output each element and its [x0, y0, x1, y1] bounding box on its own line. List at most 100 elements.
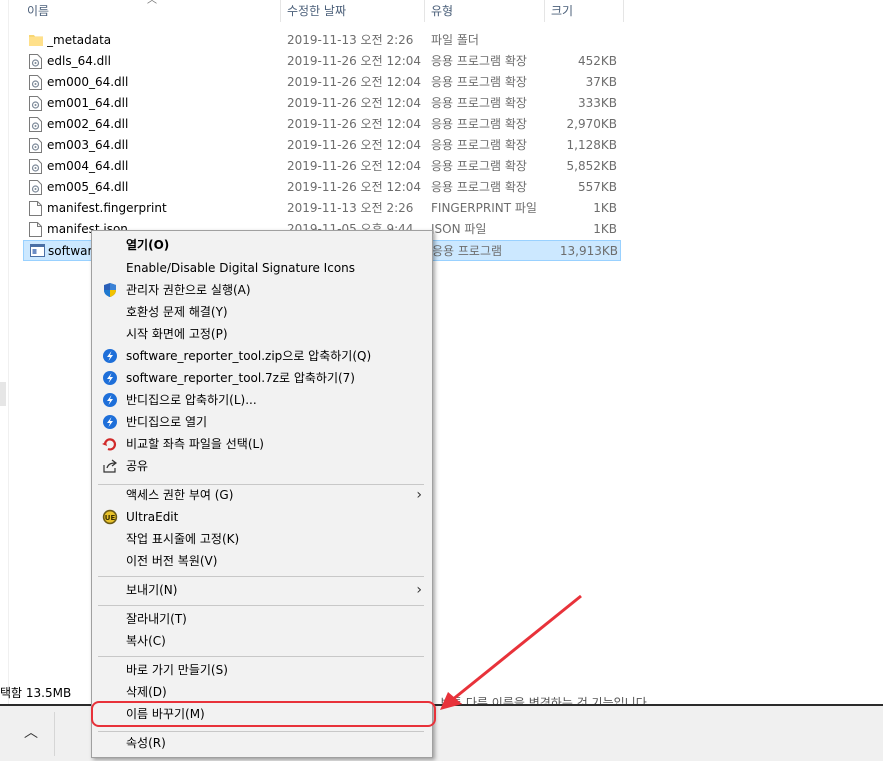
- context-menu-item-label: 보내기(N): [126, 583, 178, 597]
- context-menu-item[interactable]: software_reporter_tool.zip으로 압축하기(Q): [92, 345, 432, 367]
- file-row[interactable]: em001_64.dll 2019-11-26 오전 12:04 응용 프로그램 확…: [23, 93, 621, 114]
- blank-file-icon: [29, 222, 42, 237]
- column-header-date[interactable]: 수정한 날짜: [287, 0, 346, 22]
- context-menu-item-label: 잘라내기(T): [126, 612, 187, 626]
- sort-up-icon: ︿: [147, 0, 157, 6]
- chevron-right-icon: ›: [416, 582, 422, 598]
- file-name: em004_64.dll: [47, 159, 129, 173]
- compare-icon: [102, 436, 118, 452]
- context-menu-item-label: 속성(R): [126, 736, 166, 750]
- file-name: em003_64.dll: [47, 138, 129, 152]
- column-header-size[interactable]: 크기: [551, 0, 573, 22]
- dll-file-icon: [29, 117, 42, 132]
- folder-icon: [29, 33, 43, 48]
- share-icon: [102, 458, 118, 474]
- column-header-name[interactable]: 이름: [27, 0, 49, 22]
- file-row[interactable]: em000_64.dll 2019-11-26 오전 12:04 응용 프로그램 확…: [23, 72, 621, 93]
- file-modified-date: 2019-11-26 오전 12:04: [287, 75, 422, 89]
- file-modified-date: 2019-11-26 오전 12:04: [287, 138, 422, 152]
- file-modified-date: 2019-11-13 오전 2:26: [287, 201, 414, 215]
- context-menu-item[interactable]: 호환성 문제 해결(Y): [92, 301, 432, 323]
- rename-highlight-box: [91, 701, 436, 727]
- chevron-up-icon[interactable]: ︿: [20, 722, 42, 744]
- context-menu-item[interactable]: 이전 버전 복원(V): [92, 550, 432, 572]
- file-row[interactable]: edls_64.dll 2019-11-26 오전 12:04 응용 프로그램 확장…: [23, 51, 621, 72]
- column-separator[interactable]: [544, 0, 545, 22]
- column-separator[interactable]: [424, 0, 425, 22]
- context-menu-item[interactable]: 시작 화면에 고정(P): [92, 323, 432, 345]
- file-size: 1,128KB: [566, 138, 617, 152]
- bandizip-icon: [102, 414, 118, 430]
- context-menu-item-label: 액세스 권한 부여 (G): [126, 488, 234, 502]
- file-name: edls_64.dll: [47, 54, 111, 68]
- file-modified-date: 2019-11-26 오전 12:04: [287, 117, 422, 131]
- context-menu-item-label: 관리자 권한으로 실행(A): [126, 283, 251, 297]
- file-name: em002_64.dll: [47, 117, 129, 131]
- navigation-pane-edge: [0, 0, 9, 705]
- context-menu-separator: [98, 605, 424, 606]
- file-name: em001_64.dll: [47, 96, 129, 110]
- file-row[interactable]: em004_64.dll 2019-11-26 오전 12:04 응용 프로그램 확…: [23, 156, 621, 177]
- column-header-type[interactable]: 유형: [431, 0, 453, 22]
- file-size: 557KB: [577, 180, 617, 194]
- context-menu-item[interactable]: 삭제(D): [92, 681, 432, 703]
- context-menu-item-label: 반디집으로 열기: [126, 415, 208, 429]
- context-menu-item-label: software_reporter_tool.zip으로 압축하기(Q): [126, 349, 372, 363]
- context-menu-item[interactable]: 잘라내기(T): [92, 608, 432, 630]
- file-modified-date: 2019-11-26 오전 12:04: [287, 54, 422, 68]
- context-menu-separator: [98, 576, 424, 577]
- context-menu-item-label: 이전 버전 복원(V): [126, 554, 218, 568]
- taskbar-divider: [54, 712, 55, 756]
- bandizip-icon: [102, 392, 118, 408]
- file-modified-date: 2019-11-13 오전 2:26: [287, 33, 414, 47]
- context-menu-item[interactable]: 반디집으로 압축하기(L)...: [92, 389, 432, 411]
- context-menu-item[interactable]: Enable/Disable Digital Signature Icons: [92, 257, 432, 279]
- dll-file-icon: [29, 138, 42, 153]
- context-menu-item[interactable]: 관리자 권한으로 실행(A): [92, 279, 432, 301]
- file-modified-date: 2019-11-26 오전 12:04: [287, 180, 422, 194]
- file-size: 1KB: [593, 222, 617, 236]
- svg-text:UE: UE: [105, 514, 116, 522]
- dll-file-icon: [29, 54, 42, 69]
- context-menu-item[interactable]: 액세스 권한 부여 (G) ›: [92, 484, 432, 506]
- context-menu-item[interactable]: 비교할 좌측 파일을 선택(L): [92, 433, 432, 455]
- column-separator[interactable]: [623, 0, 624, 22]
- file-size: 13,913KB: [559, 244, 618, 258]
- context-menu-item-label: 시작 화면에 고정(P): [126, 327, 228, 341]
- file-name: _metadata: [47, 33, 112, 47]
- context-menu-item[interactable]: 속성(R): [92, 732, 432, 754]
- file-row[interactable]: em005_64.dll 2019-11-26 오전 12:04 응용 프로그램 확…: [23, 177, 621, 198]
- context-menu-item[interactable]: 반디집으로 열기: [92, 411, 432, 433]
- context-menu-item-label: 작업 표시줄에 고정(K): [126, 532, 240, 546]
- column-separator[interactable]: [280, 0, 281, 22]
- file-name: em000_64.dll: [47, 75, 129, 89]
- context-menu-item[interactable]: UE UltraEdit: [92, 506, 432, 528]
- context-menu-item[interactable]: 바로 가기 만들기(S): [92, 659, 432, 681]
- blank-file-icon: [29, 201, 42, 216]
- navigation-scrollbar-thumb[interactable]: [0, 382, 6, 406]
- context-menu-item[interactable]: 보내기(N) ›: [92, 579, 432, 601]
- context-menu-item-label: 복사(C): [126, 634, 166, 648]
- context-menu-item-label: UltraEdit: [126, 510, 179, 524]
- context-menu-item[interactable]: 작업 표시줄에 고정(K): [92, 528, 432, 550]
- bandizip-icon: [102, 348, 118, 364]
- status-bar-selection-size: 택함 13.5MB: [0, 686, 72, 700]
- file-row[interactable]: _metadata 2019-11-13 오전 2:26 파일 폴더: [23, 30, 621, 51]
- file-row[interactable]: em003_64.dll 2019-11-26 오전 12:04 응용 프로그램 확…: [23, 135, 621, 156]
- dll-file-icon: [29, 75, 42, 90]
- context-menu-item[interactable]: software_reporter_tool.7z로 압축하기(7): [92, 367, 432, 389]
- context-menu-item-label: 반디집으로 압축하기(L)...: [126, 393, 257, 407]
- file-name: em005_64.dll: [47, 180, 129, 194]
- file-row[interactable]: em002_64.dll 2019-11-26 오전 12:04 응용 프로그램 확…: [23, 114, 621, 135]
- chevron-right-icon: ›: [416, 487, 422, 503]
- context-menu-item-label: 호환성 문제 해결(Y): [126, 305, 228, 319]
- dll-file-icon: [29, 159, 42, 174]
- context-menu-item-label: 비교할 좌측 파일을 선택(L): [126, 437, 264, 451]
- ultraedit-icon: UE: [102, 509, 118, 525]
- context-menu-item[interactable]: 복사(C): [92, 630, 432, 652]
- context-menu-item[interactable]: 열기(O): [92, 234, 432, 256]
- context-menu-item[interactable]: 공유: [92, 455, 432, 477]
- file-row[interactable]: manifest.fingerprint 2019-11-13 오전 2:26 FI…: [23, 198, 621, 219]
- file-size: 37KB: [585, 75, 617, 89]
- context-menu-separator: [98, 656, 424, 657]
